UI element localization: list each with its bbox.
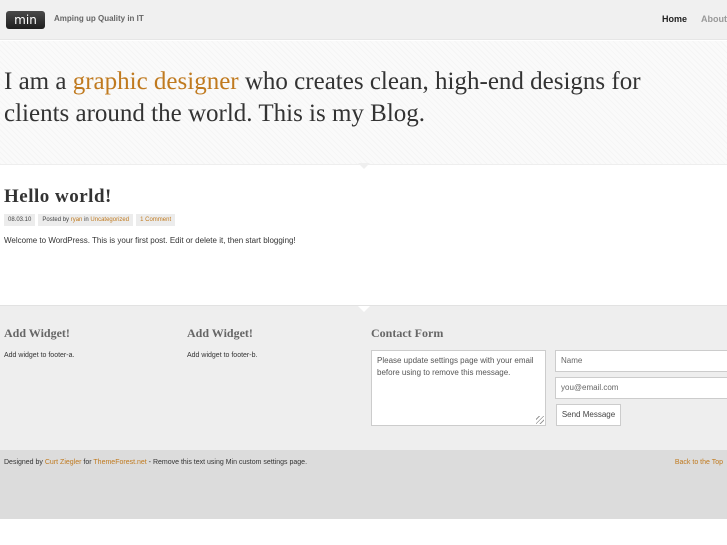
widget-a-title: Add Widget! (4, 326, 70, 340)
nav-item-about[interactable]: About (701, 14, 727, 24)
name-input[interactable]: Name (555, 350, 727, 372)
in-label: in (84, 217, 89, 223)
email-input[interactable]: you@email.com (555, 377, 727, 399)
hero-prefix: I am a (4, 68, 73, 95)
themeforest-link[interactable]: ThemeForest.net (93, 459, 146, 466)
post-author-link[interactable]: ryan (71, 217, 83, 223)
site-footer: Designed by Curt Ziegler for ThemeForest… (0, 450, 727, 519)
for-label: for (83, 459, 92, 466)
contact-message-textarea[interactable]: Please update settings page with your em… (371, 350, 546, 426)
footer-widgets: Add Widget! Add widget to footer-a. Add … (0, 305, 727, 450)
hero-statement: I am a graphic designer who creates clea… (4, 66, 704, 130)
hero-notch (358, 163, 370, 169)
site-logo[interactable]: min (6, 11, 45, 29)
post-comments-link[interactable]: 1 Comment (136, 214, 176, 226)
post-title[interactable]: Hello world! (4, 186, 112, 208)
post-body: Welcome to WordPress. This is your first… (4, 236, 296, 245)
resize-grip-icon[interactable] (536, 416, 544, 424)
footer-notice: - Remove this text using Min custom sett… (146, 459, 308, 466)
footer-notch (358, 306, 370, 312)
widget-b-title: Add Widget! (187, 326, 253, 340)
widget-b-text: Add widget to footer-b. (187, 352, 258, 359)
main-nav: Home About (662, 14, 727, 24)
footer-credits: Designed by Curt Ziegler for ThemeForest… (4, 459, 307, 466)
post-date: 08.03.10 (4, 214, 36, 226)
post-author-info: Posted by ryan in Uncategorized (38, 214, 134, 226)
hero-section: I am a graphic designer who creates clea… (0, 41, 727, 169)
post-category-link[interactable]: Uncategorized (90, 217, 129, 223)
designed-by-label: Designed by (4, 459, 43, 466)
designer-link[interactable]: Curt Ziegler (45, 459, 82, 466)
send-message-button[interactable]: Send Message (556, 404, 621, 426)
site-tagline: Amping up Quality in IT (54, 14, 144, 23)
contact-form-title: Contact Form (371, 326, 444, 340)
posted-by-label: Posted by (42, 217, 70, 223)
top-bar: min Amping up Quality in IT Home About (0, 0, 727, 40)
back-to-top-link[interactable]: Back to the Top (675, 459, 723, 466)
hero-highlight: graphic designer (72, 68, 239, 95)
widget-a-text: Add widget to footer-a. (4, 352, 75, 359)
nav-item-home[interactable]: Home (662, 14, 687, 24)
post-meta: 08.03.10 Posted by ryan in Uncategorized… (4, 214, 176, 226)
